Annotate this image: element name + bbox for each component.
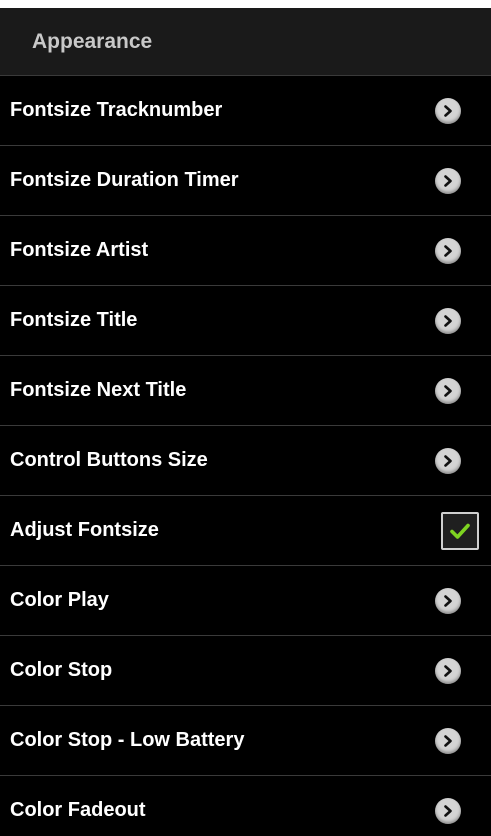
- setting-label: Fontsize Next Title: [10, 379, 187, 401]
- setting-adjust-fontsize[interactable]: Adjust Fontsize: [0, 496, 491, 566]
- setting-label: Color Play: [10, 589, 109, 611]
- chevron-right-icon: [435, 307, 461, 334]
- setting-label: Fontsize Duration Timer: [10, 169, 239, 191]
- setting-label: Fontsize Tracknumber: [10, 99, 223, 121]
- chevron-right-icon: [435, 657, 461, 684]
- setting-label: Color Fadeout: [10, 799, 146, 821]
- setting-fontsize-tracknumber[interactable]: Fontsize Tracknumber: [0, 76, 491, 146]
- setting-fontsize-duration-timer[interactable]: Fontsize Duration Timer: [0, 146, 491, 216]
- setting-label: Color Stop - Low Battery: [10, 729, 245, 751]
- setting-color-stop-low-battery[interactable]: Color Stop - Low Battery: [0, 706, 491, 776]
- setting-label: Control Buttons Size: [10, 449, 208, 471]
- setting-color-stop[interactable]: Color Stop: [0, 636, 491, 706]
- setting-fontsize-title[interactable]: Fontsize Title: [0, 286, 491, 356]
- setting-control-buttons-size[interactable]: Control Buttons Size: [0, 426, 491, 496]
- setting-fontsize-next-title[interactable]: Fontsize Next Title: [0, 356, 491, 426]
- chevron-right-icon: [435, 727, 461, 754]
- setting-color-play[interactable]: Color Play: [0, 566, 491, 636]
- setting-label: Adjust Fontsize: [10, 519, 159, 541]
- settings-list: Fontsize Tracknumber Fontsize Duration T…: [0, 76, 491, 836]
- settings-screen: Appearance Fontsize Tracknumber Fontsize…: [0, 0, 491, 836]
- checkmark-icon: [450, 523, 470, 539]
- chevron-right-icon: [435, 447, 461, 474]
- section-title: Appearance: [32, 29, 153, 53]
- chevron-right-icon: [435, 797, 461, 824]
- chevron-right-icon: [435, 587, 461, 614]
- chevron-right-icon: [435, 237, 461, 264]
- chevron-right-icon: [435, 97, 461, 124]
- section-header: Appearance: [0, 8, 491, 76]
- setting-label: Fontsize Artist: [10, 239, 149, 261]
- setting-label: Fontsize Title: [10, 309, 138, 331]
- setting-color-fadeout[interactable]: Color Fadeout: [0, 776, 491, 836]
- chevron-right-icon: [435, 377, 461, 404]
- chevron-right-icon: [435, 167, 461, 194]
- setting-fontsize-artist[interactable]: Fontsize Artist: [0, 216, 491, 286]
- setting-label: Color Stop: [10, 659, 113, 681]
- settings-panel: Appearance Fontsize Tracknumber Fontsize…: [0, 8, 491, 836]
- adjust-fontsize-checkbox[interactable]: [441, 511, 479, 550]
